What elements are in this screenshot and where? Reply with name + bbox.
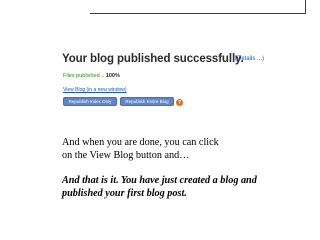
view-blog-link[interactable]: View Blog (in a new window) bbox=[63, 87, 127, 93]
instruction-text: And when you are done, you can click on … bbox=[62, 137, 302, 162]
republish-blog-button[interactable]: Republish Entire Blog bbox=[120, 97, 174, 106]
closing-text: And that is it. You have just created a … bbox=[62, 175, 312, 200]
closing-line-1: And that is it. You have just created a … bbox=[62, 175, 257, 186]
top-bracket bbox=[305, 0, 306, 14]
details-close: ) bbox=[262, 56, 265, 62]
instruction-line-1: And when you are done, you can click bbox=[62, 137, 219, 148]
closing-line-2: published your first blog post. bbox=[62, 187, 187, 199]
details-link[interactable]: (Details ...) bbox=[235, 56, 264, 62]
publish-progress: Files published... 100% bbox=[63, 73, 120, 79]
top-rule bbox=[90, 13, 305, 14]
progress-value: 100% bbox=[105, 73, 120, 79]
progress-label: Files published... bbox=[63, 73, 105, 79]
instruction-line-2: on the View Blog button and… bbox=[62, 149, 190, 161]
details-label: (Details bbox=[235, 56, 256, 62]
republish-index-button[interactable]: Republish Index Only bbox=[63, 97, 117, 106]
publish-success-title: Your blog published successfully. bbox=[62, 53, 244, 65]
help-icon[interactable]: ? bbox=[176, 99, 183, 106]
